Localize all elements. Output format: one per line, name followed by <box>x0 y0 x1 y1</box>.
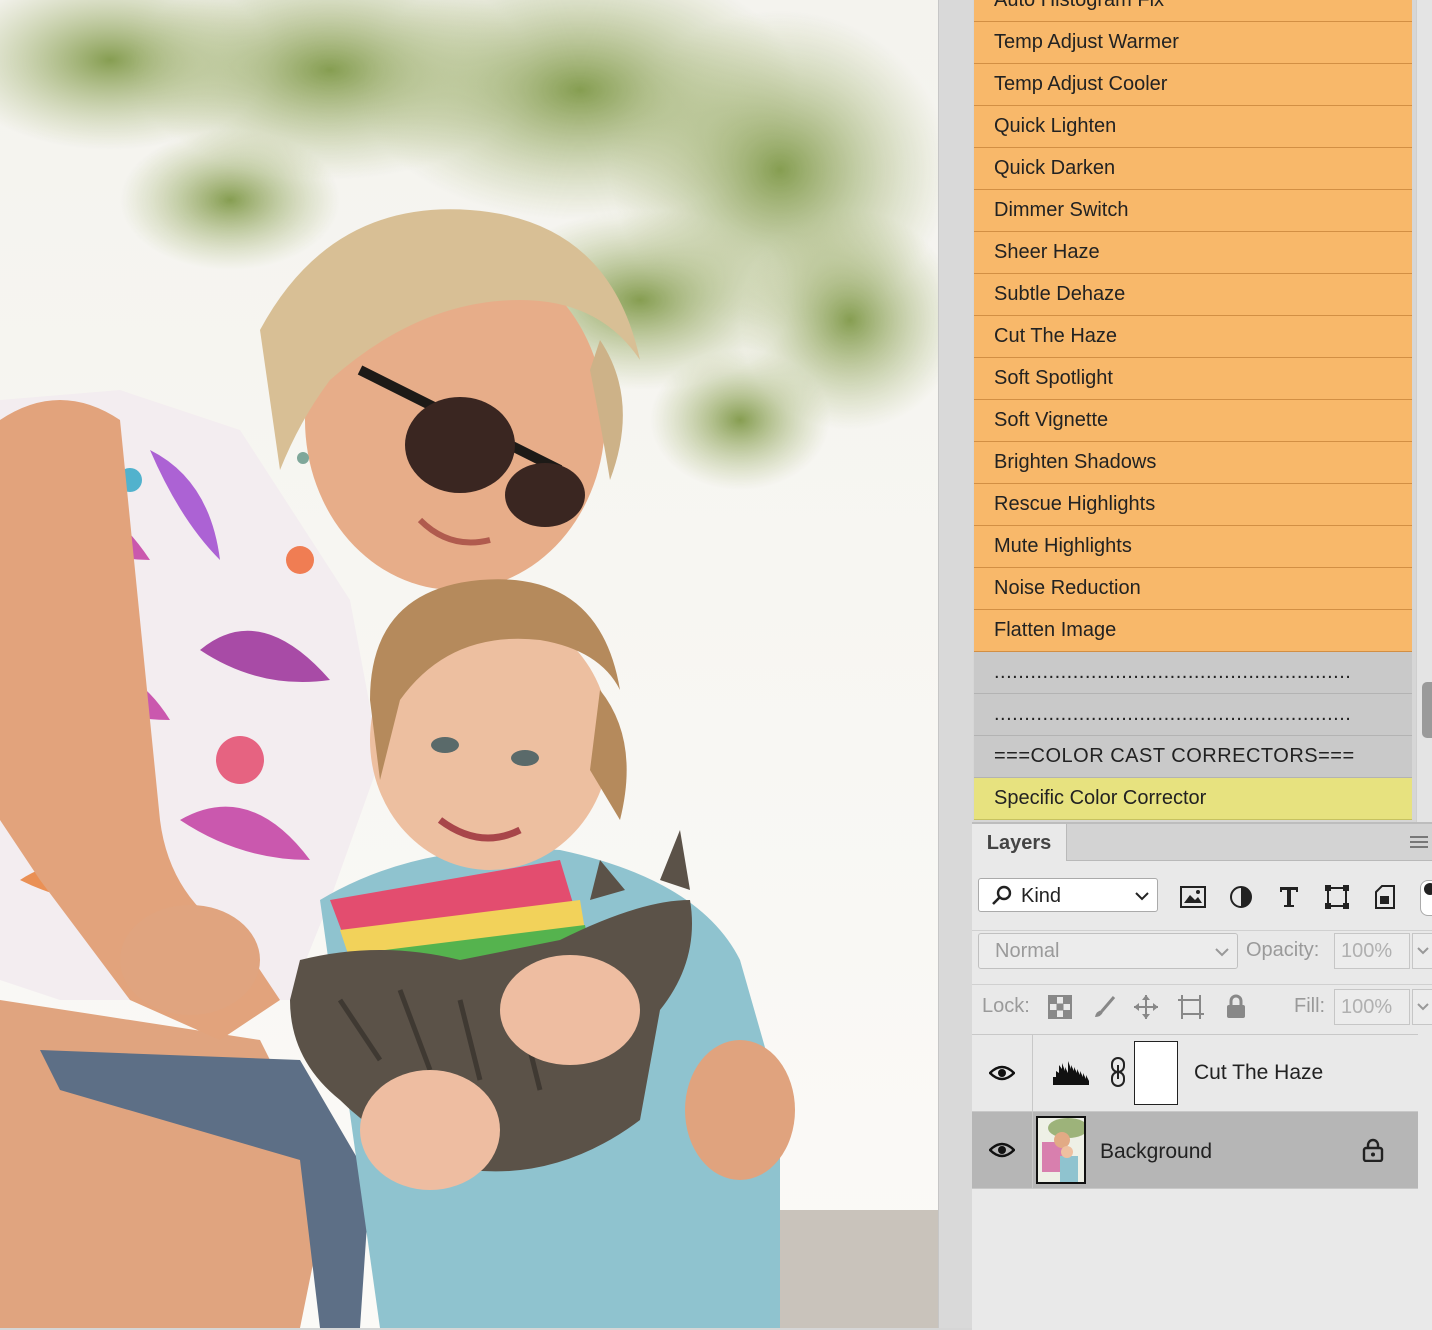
layer-row-cut-the-haze[interactable]: Cut The Haze <box>972 1035 1418 1112</box>
search-icon <box>992 885 1012 905</box>
lock-transparent-pixels-icon[interactable] <box>1046 993 1074 1021</box>
visibility-toggle[interactable] <box>972 1112 1033 1188</box>
eye-icon <box>989 1065 1015 1081</box>
chevron-down-icon <box>1135 892 1149 901</box>
chevron-down-icon <box>1417 1003 1429 1011</box>
link-chain-icon[interactable] <box>1108 1057 1128 1087</box>
fill-input[interactable]: 100% <box>1334 989 1410 1025</box>
visibility-toggle[interactable] <box>972 1035 1033 1111</box>
filter-adjustment-layers-icon[interactable] <box>1226 882 1256 912</box>
layer-thumbnail[interactable] <box>1036 1116 1086 1184</box>
action-item[interactable]: Soft Spotlight <box>974 358 1412 400</box>
action-item[interactable]: Quick Darken <box>974 148 1412 190</box>
panel-menu-icon[interactable] <box>1410 836 1428 851</box>
filter-kind-label: Kind <box>1021 885 1062 907</box>
lock-image-pixels-icon[interactable] <box>1090 993 1118 1021</box>
photo-canvas[interactable] <box>0 0 938 1328</box>
photo-image <box>0 0 938 1328</box>
layer-row-background[interactable]: Background <box>972 1112 1418 1189</box>
action-item[interactable]: Auto Histogram Fix <box>974 0 1412 22</box>
eye-icon <box>989 1142 1015 1158</box>
layer-thumbnail-image <box>1038 1118 1084 1182</box>
lock-fill-row: Lock: Fill: 100% <box>972 984 1432 1029</box>
canvas-panel-divider <box>938 0 973 1328</box>
action-separator[interactable]: ........................................… <box>974 694 1412 736</box>
blend-mode-value: Normal <box>995 940 1060 962</box>
action-separator[interactable]: ........................................… <box>974 652 1412 694</box>
action-item[interactable]: Flatten Image <box>974 610 1412 652</box>
opacity-label: Opacity: <box>1246 939 1320 961</box>
lock-artboard-icon[interactable] <box>1176 993 1206 1021</box>
action-item[interactable]: Quick Lighten <box>974 106 1412 148</box>
lock-all-icon[interactable] <box>1222 993 1250 1021</box>
action-item[interactable]: Rescue Highlights <box>974 484 1412 526</box>
action-item[interactable]: Mute Highlights <box>974 526 1412 568</box>
layer-name[interactable]: Background <box>1100 1140 1212 1164</box>
filter-pixel-layers-icon[interactable] <box>1178 882 1208 912</box>
layer-filter-row: Kind <box>972 876 1432 918</box>
action-item[interactable]: Dimmer Switch <box>974 190 1412 232</box>
filter-shape-layers-icon[interactable] <box>1322 882 1352 912</box>
action-item[interactable]: Temp Adjust Cooler <box>974 64 1412 106</box>
layer-mask-thumbnail[interactable] <box>1134 1041 1178 1105</box>
fill-label: Fill: <box>1294 995 1326 1017</box>
actions-panel[interactable]: Auto Histogram Fix Temp Adjust Warmer Te… <box>974 0 1412 820</box>
opacity-dropdown-button[interactable] <box>1412 933 1432 969</box>
filter-type-layers-icon[interactable] <box>1274 882 1304 912</box>
layer-name[interactable]: Cut The Haze <box>1194 1061 1323 1085</box>
action-item[interactable]: Temp Adjust Warmer <box>974 22 1412 64</box>
filter-smart-objects-icon[interactable] <box>1370 882 1400 912</box>
lock-label: Lock: <box>982 995 1030 1017</box>
action-item[interactable]: Soft Vignette <box>974 400 1412 442</box>
action-section-header[interactable]: ===COLOR CAST CORRECTORS=== <box>974 736 1412 778</box>
fill-dropdown-button[interactable] <box>1412 989 1432 1025</box>
action-item[interactable]: Sheer Haze <box>974 232 1412 274</box>
lock-icon <box>1362 1138 1384 1162</box>
layers-tab-bar: Layers <box>972 824 1432 861</box>
blend-mode-select[interactable]: Normal <box>978 933 1238 969</box>
chevron-down-icon <box>1215 948 1229 957</box>
levels-adjustment-icon <box>1053 1061 1089 1085</box>
layers-panel: Layers Kind Normal Opacity: 100% Lock: F… <box>972 822 1432 1330</box>
filter-toggle-switch[interactable] <box>1420 880 1432 916</box>
layer-list: Cut The Haze Background <box>972 1034 1418 1189</box>
opacity-input[interactable]: 100% <box>1334 933 1410 969</box>
lock-position-icon[interactable] <box>1132 993 1160 1021</box>
action-item[interactable]: Cut The Haze <box>974 316 1412 358</box>
tab-layers[interactable]: Layers <box>972 824 1067 861</box>
action-item[interactable]: Specific Color Corrector <box>974 778 1412 820</box>
filter-kind-select[interactable]: Kind <box>978 878 1158 912</box>
action-item[interactable]: Brighten Shadows <box>974 442 1412 484</box>
action-item[interactable]: Subtle Dehaze <box>974 274 1412 316</box>
action-item[interactable]: Noise Reduction <box>974 568 1412 610</box>
chevron-down-icon <box>1417 947 1429 955</box>
blend-opacity-row: Normal Opacity: 100% <box>972 930 1432 971</box>
actions-scrollbar-thumb[interactable] <box>1422 682 1432 738</box>
